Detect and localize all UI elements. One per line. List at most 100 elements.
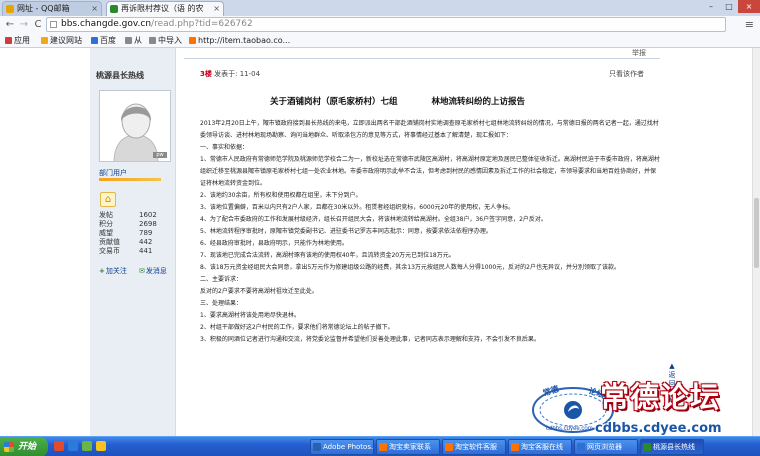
only-author-link[interactable]: 只看该作者: [609, 69, 644, 79]
windows-flag-icon: [4, 442, 14, 452]
folder-icon: [149, 37, 156, 44]
section-heading: 二、主要诉求：: [200, 276, 243, 283]
bookmark-label: http://item.taobao.co...: [198, 36, 291, 45]
user-group: 部门用户: [99, 169, 127, 177]
stat-value: 789: [139, 229, 153, 237]
home-medal-icon[interactable]: ⌂: [100, 192, 116, 207]
follow-button[interactable]: +加关注: [99, 266, 127, 276]
stat-value: 441: [139, 247, 153, 255]
start-label: 开始: [18, 442, 37, 452]
envelope-icon: ✉: [139, 267, 145, 275]
stat-label: 发帖: [99, 211, 113, 219]
stat-points: 积分 2698: [99, 220, 171, 229]
tab-qq-mail[interactable]: 网址 - QQ邮箱 ×: [2, 1, 102, 16]
author-name[interactable]: 桃源县长热线: [96, 70, 144, 81]
taskbar-item-taobao-2[interactable]: 淘宝软件客服: [442, 439, 506, 455]
tab-label: 再诉限村荐议（语 的农: [121, 4, 204, 13]
back-button[interactable]: ←: [3, 18, 17, 32]
post-title: 关于酒铺岗村（原毛家桥村）七组 林地流转纠纷的上访报告: [270, 97, 526, 107]
menu-icon[interactable]: ≡: [745, 18, 754, 32]
taskbar-item-taobao-1[interactable]: 淘宝卖家联系: [376, 439, 440, 455]
quick-launch-qq-icon[interactable]: [82, 441, 92, 451]
forum-icon: [643, 443, 651, 451]
follow-label: 加关注: [105, 267, 127, 275]
stat-label: 交易币: [99, 247, 120, 255]
bookmark-label: 应用: [14, 36, 30, 45]
reload-button[interactable]: C: [31, 18, 45, 32]
watermark-title: 常德论坛: [600, 380, 721, 414]
apps-icon: [5, 37, 12, 44]
bookmark-apps[interactable]: 应用: [4, 34, 30, 47]
stat-label: 威望: [99, 229, 113, 237]
posted-at: 发表于: 11-04: [214, 70, 261, 78]
bookmark-from[interactable]: 从: [124, 34, 142, 47]
paragraph: 8、该18万元资金经组民大会同意，拿出5万元作为修建组级公路的经费，其余13万元…: [200, 264, 620, 271]
url-host: bbs.changde.gov.cn: [61, 19, 152, 29]
start-button[interactable]: 开始: [0, 437, 48, 456]
taskbar: 开始 Adobe Photos... 淘宝卖家联系 淘宝软件客服 淘宝客服在线 …: [0, 436, 760, 456]
taskbar-item-label: 淘宝卖家联系: [389, 443, 431, 451]
taskbar-item-forum[interactable]: 桃源县长热线: [640, 439, 704, 455]
taskbar-item-photoshop[interactable]: Adobe Photos...: [310, 439, 374, 455]
taskbar-item-taobao-3[interactable]: 淘宝客服在线: [508, 439, 572, 455]
quick-launch-folder-icon[interactable]: [96, 441, 106, 451]
forward-button[interactable]: →: [17, 18, 31, 32]
scrollbar-thumb[interactable]: [754, 198, 759, 268]
bookmark-taobao[interactable]: http://item.taobao.co...: [188, 34, 290, 47]
url-path: /read.php?tid=626762: [151, 19, 253, 29]
rank-stars: [99, 178, 161, 181]
tab-forum-post[interactable]: 再诉限村荐议（语 的农 ×: [106, 1, 224, 16]
folder-icon: [125, 37, 132, 44]
baidu-icon: [91, 37, 98, 44]
maximize-button[interactable]: □: [720, 0, 738, 13]
tab-label: 网址 - QQ邮箱: [17, 4, 70, 13]
bookmark-label: 从: [134, 36, 142, 45]
address-bar-input[interactable]: bbs.changde.gov.cn/read.php?tid=626762: [46, 17, 726, 32]
author-stats: 发帖 1602 积分 2698 威望 789 贡献值 442 交易币 441: [99, 211, 171, 256]
avatar[interactable]: pw: [99, 90, 171, 162]
taobao-icon: [379, 443, 387, 451]
close-window-button[interactable]: ×: [738, 0, 760, 13]
watermark-url: cdbbs.cdyee.com: [595, 421, 722, 436]
minimize-button[interactable]: –: [702, 0, 720, 13]
taskbar-item-browser[interactable]: 网页浏览器: [574, 439, 638, 455]
close-tab-icon[interactable]: ×: [213, 2, 220, 16]
bookmark-label: 百度: [100, 36, 116, 45]
close-tab-icon[interactable]: ×: [91, 2, 98, 16]
taskbar-item-label: 淘宝软件客服: [455, 443, 497, 451]
taskbar-item-label: 淘宝客服在线: [521, 443, 563, 451]
bookmark-baidu[interactable]: 百度: [90, 34, 116, 47]
taskbar-item-label: 桃源县长热线: [653, 443, 695, 451]
quick-launch-browser-icon[interactable]: [54, 441, 64, 451]
paragraph: 2、该地约30余亩，所有权和使用权都在组里，未下分到户。: [200, 192, 362, 199]
taobao-icon: [511, 443, 519, 451]
quick-launch-ie-icon[interactable]: [68, 441, 78, 451]
paragraph: 1、常德市人民政府有常德师范学院及桃源师范学校合二为一，新校址选在常德市武陵区高…: [200, 156, 660, 187]
forum-favicon-icon: [110, 5, 118, 13]
message-label: 发消息: [145, 267, 167, 275]
stat-posts: 发帖 1602: [99, 211, 171, 220]
paragraph: 5、林地流转程序审批时，原陬市镇党委副书记、进驻委书记罗志丰同志批示：同意，按要…: [200, 228, 492, 235]
bookmark-label: 建议网站: [50, 36, 82, 45]
stat-trade-coins: 交易币 441: [99, 247, 171, 256]
post-body: 2013年2月20日上午，陬市镇政府接到县长热线的来电，立即派出两名干部赴酒铺岗…: [200, 118, 660, 346]
message-button[interactable]: ✉发消息: [139, 266, 167, 276]
taskbar-item-label: 网页浏览器: [587, 443, 622, 451]
toolbar: ← → C bbs.changde.gov.cn/read.php?tid=62…: [0, 16, 760, 34]
stat-value: 1602: [139, 211, 157, 219]
floor-number[interactable]: 3楼: [200, 70, 212, 78]
photoshop-icon: [313, 443, 321, 451]
paragraph: 2013年2月20日上午，陬市镇政府接到县长热线的来电，立即派出两名干部赴酒铺岗…: [200, 120, 659, 139]
paragraph: 6、经县政府审批时，县政府明示，只能作为林地使用。: [200, 240, 348, 247]
taskbar-item-label: Adobe Photos...: [323, 443, 374, 451]
stat-contribution: 贡献值 442: [99, 238, 171, 247]
paragraph: 3、该地位置偏僻，百米以内只有2户人家，且都在30米以外。租赁者经组织竞标，60…: [200, 204, 515, 211]
bookmarks-bar: 应用 建议网站 百度 从 中导入 http://item.taobao.co..…: [0, 34, 760, 48]
svg-text:cdbbs.cdyee.com: cdbbs.cdyee.com: [546, 426, 593, 432]
bookmark-suggested-sites[interactable]: 建议网站: [40, 34, 82, 47]
stat-prestige: 威望 789: [99, 229, 171, 238]
suggested-sites-icon: [41, 37, 48, 44]
bookmark-import[interactable]: 中导入: [148, 34, 182, 47]
taobao-icon: [189, 37, 196, 44]
vertical-scrollbar[interactable]: [752, 48, 760, 436]
